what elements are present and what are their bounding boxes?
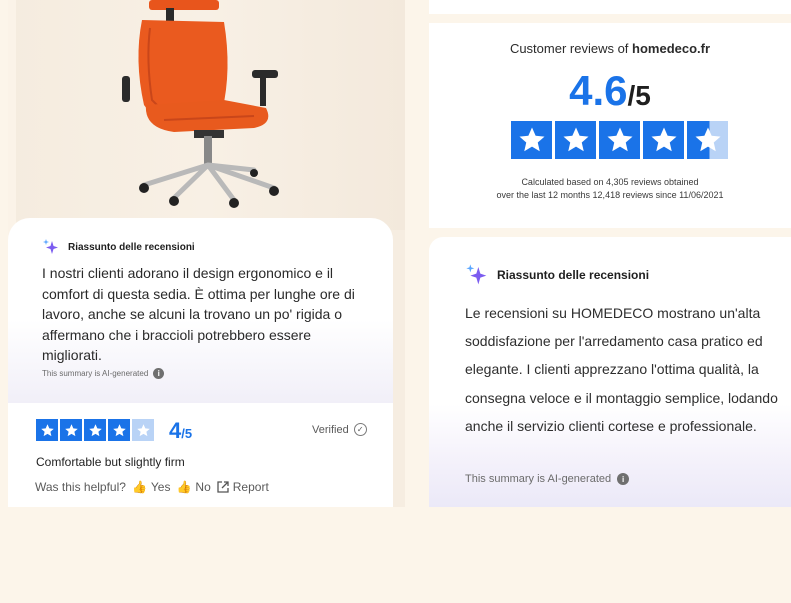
ai-generated-note: This summary is AI-generated i xyxy=(465,473,630,485)
site-name: homedeco.fr xyxy=(632,41,711,56)
thumbs-up-icon: 👍 xyxy=(131,480,147,494)
thumbs-down-icon: 👍 xyxy=(176,480,192,494)
helpful-row: Was this helpful? 👍 Yes 👍 No Report xyxy=(35,480,269,494)
reviews-heading-prefix: Customer reviews of xyxy=(509,41,629,56)
product-image-area xyxy=(8,0,405,230)
report-button[interactable]: Report xyxy=(217,480,269,494)
star-empty-icon xyxy=(132,419,154,441)
no-label: No xyxy=(195,480,211,494)
star-icon xyxy=(555,121,596,159)
star-icon xyxy=(108,419,130,441)
product-panel: Riassunto delle recensioni I nostri clie… xyxy=(8,0,405,507)
store-summary-header: Riassunto delle recensioni xyxy=(465,263,649,287)
star-icon xyxy=(643,121,684,159)
calc-line-2: over the last 12 months 12,418 reviews s… xyxy=(496,190,724,200)
overall-score-max: /5 xyxy=(627,80,651,111)
yes-label: Yes xyxy=(150,480,171,494)
report-label: Report xyxy=(232,480,269,494)
reviews-heading: Customer reviews of homedeco.fr xyxy=(429,41,791,56)
no-button[interactable]: 👍 No xyxy=(176,480,210,494)
star-icon xyxy=(599,121,640,159)
verified-badge: Verified ✓ xyxy=(312,423,367,436)
sparkle-icon xyxy=(466,264,487,285)
info-icon[interactable]: i xyxy=(153,368,165,379)
office-chair-image xyxy=(122,0,279,208)
overall-score-value: 4.6 xyxy=(569,67,628,114)
info-icon[interactable]: i xyxy=(617,473,630,485)
review-card: 4/5 Verified ✓ Comfortable but slightly … xyxy=(8,403,393,507)
helpful-label: Was this helpful? xyxy=(35,480,126,494)
review-score: 4/5 xyxy=(169,418,192,444)
sparkle-icon xyxy=(43,239,58,254)
review-stars xyxy=(36,419,154,441)
star-half-icon xyxy=(687,121,728,159)
review-score-max: /5 xyxy=(181,426,193,441)
ai-generated-note: This summary is AI-generated i xyxy=(42,368,165,379)
star-icon xyxy=(36,419,58,441)
store-summary-title: Riassunto delle recensioni xyxy=(497,268,650,282)
review-score-value: 4 xyxy=(169,418,182,443)
check-circle-icon: ✓ xyxy=(353,423,367,436)
top-card-edge xyxy=(429,0,791,14)
star-icon xyxy=(511,121,552,159)
summary-header: Riassunto delle recensioni xyxy=(42,238,195,256)
star-icon xyxy=(60,419,82,441)
overall-stars xyxy=(511,121,728,159)
review-summary-card: Riassunto delle recensioni I nostri clie… xyxy=(8,218,393,403)
summary-title: Riassunto delle recensioni xyxy=(68,241,195,253)
yes-button[interactable]: 👍 Yes xyxy=(132,480,171,494)
external-link-icon xyxy=(217,481,229,493)
customer-reviews-card: Customer reviews of homedeco.fr 4.6/5 Ca… xyxy=(429,23,791,228)
ai-note-label: This summary is AI-generated xyxy=(42,369,149,378)
overall-score: 4.6/5 xyxy=(429,67,791,115)
summary-text: I nostri clienti adorano il design ergon… xyxy=(42,265,355,364)
ai-note-label: This summary is AI-generated xyxy=(465,473,612,485)
star-icon xyxy=(84,419,106,441)
verified-label: Verified xyxy=(312,423,349,436)
review-title: Comfortable but slightly firm xyxy=(36,455,185,469)
store-summary-text: Le recensioni su HOMEDECO mostrano un'al… xyxy=(465,305,778,434)
store-summary-card: Riassunto delle recensioni Le recensioni… xyxy=(429,237,791,507)
calc-line-1: Calculated based on 4,305 reviews obtain… xyxy=(521,177,699,187)
